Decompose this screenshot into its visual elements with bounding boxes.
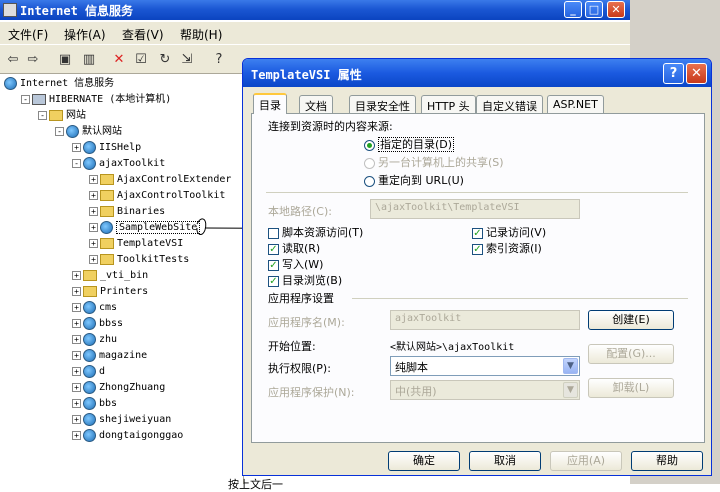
checkbox-checked: ✓ <box>268 243 279 255</box>
radio-indicator <box>364 175 375 187</box>
apply-button[interactable]: 应用(A) <box>550 451 622 471</box>
dialog-title: TemplateVSI 属性 <box>251 68 362 82</box>
cancel-button[interactable]: 取消 <box>469 451 541 471</box>
start-point-label: 开始位置: <box>268 340 316 353</box>
config-button[interactable]: 配置(G)... <box>588 344 674 364</box>
checkbox-checked: ✓ <box>472 227 483 239</box>
dialog-help-button[interactable]: ? <box>663 63 684 84</box>
divider <box>352 298 688 299</box>
radio-redirect-url[interactable]: 重定向到 URL(U) <box>364 172 464 188</box>
local-path-label: 本地路径(C): <box>268 205 332 218</box>
exec-permissions-select[interactable]: 纯脚本 ▼ <box>390 356 580 376</box>
unload-button[interactable]: 卸载(L) <box>588 378 674 398</box>
radio-label: 重定向到 URL(U) <box>378 174 464 187</box>
divider <box>266 192 688 193</box>
app-name-field[interactable]: ajaxToolkit <box>390 310 580 330</box>
checkbox-checked: ✓ <box>472 243 483 255</box>
select-value: 纯脚本 <box>395 361 428 374</box>
tab-custom-errors[interactable]: 自定义错误 <box>476 95 543 113</box>
start-point-value: <默认网站>\ajaxToolkit <box>390 342 515 353</box>
checkbox <box>268 227 279 239</box>
radio-indicator <box>364 139 375 151</box>
app-name-label: 应用程序名(M): <box>268 316 345 329</box>
content-source-heading: 连接到资源时的内容来源: <box>268 120 393 133</box>
checkbox-label: 目录浏览(B) <box>282 274 343 287</box>
chk-log-visits[interactable]: ✓ 记录访问(V) <box>472 224 546 240</box>
properties-dialog: TemplateVSI 属性 ? ✕ 目录 文档 目录安全性 HTTP 头 自定… <box>242 58 712 476</box>
select-value: 中(共用) <box>395 385 437 398</box>
checkbox-label: 读取(R) <box>282 242 321 255</box>
chk-script-source-access[interactable]: 脚本资源访问(T) <box>268 224 363 240</box>
create-button[interactable]: 创建(E) <box>588 310 674 330</box>
checkbox-checked: ✓ <box>268 275 279 287</box>
chk-directory-browsing[interactable]: ✓ 目录浏览(B) <box>268 272 342 288</box>
chevron-down-icon[interactable]: ▼ <box>563 358 578 374</box>
radio-label: 指定的目录(D) <box>378 137 455 152</box>
ok-button[interactable]: 确定 <box>388 451 460 471</box>
app-settings-heading: 应用程序设置 <box>268 292 334 305</box>
checkbox-label: 记录访问(V) <box>486 226 547 239</box>
tab-documents[interactable]: 文档 <box>299 95 333 113</box>
radio-indicator <box>364 157 375 169</box>
checkbox-label: 索引资源(I) <box>486 242 542 255</box>
tab-directory-security[interactable]: 目录安全性 <box>349 95 416 113</box>
dialog-close-button[interactable]: ✕ <box>686 63 707 84</box>
help-button[interactable]: 帮助 <box>631 451 703 471</box>
tab-http-headers[interactable]: HTTP 头 <box>421 95 476 113</box>
dialog-titlebar: TemplateVSI 属性 ? ✕ <box>243 59 711 87</box>
app-protection-select[interactable]: 中(共用) ▼ <box>390 380 580 400</box>
exec-permissions-label: 执行权限(P): <box>268 362 331 375</box>
checkbox-checked: ✓ <box>268 259 279 271</box>
chk-read[interactable]: ✓ 读取(R) <box>268 240 320 256</box>
local-path-field[interactable]: \ajaxToolkit\TemplateVSI <box>370 199 580 219</box>
radio-local-directory[interactable]: 指定的目录(D) <box>364 136 455 152</box>
background-text: 按上文后一 <box>228 478 283 491</box>
chevron-down-icon[interactable]: ▼ <box>563 382 578 398</box>
tab-directory[interactable]: 目录 <box>253 93 287 114</box>
checkbox-label: 脚本资源访问(T) <box>282 226 364 239</box>
radio-network-share[interactable]: 另一台计算机上的共享(S) <box>364 154 504 170</box>
app-protection-label: 应用程序保护(N): <box>268 386 355 399</box>
tab-panel: 连接到资源时的内容来源: 指定的目录(D) 另一台计算机上的共享(S) 重定向到… <box>251 113 705 443</box>
chk-write[interactable]: ✓ 写入(W) <box>268 256 323 272</box>
tab-aspnet[interactable]: ASP.NET <box>547 95 604 113</box>
checkbox-label: 写入(W) <box>282 258 324 271</box>
chk-index-resource[interactable]: ✓ 索引资源(I) <box>472 240 542 256</box>
radio-label: 另一台计算机上的共享(S) <box>378 156 504 169</box>
